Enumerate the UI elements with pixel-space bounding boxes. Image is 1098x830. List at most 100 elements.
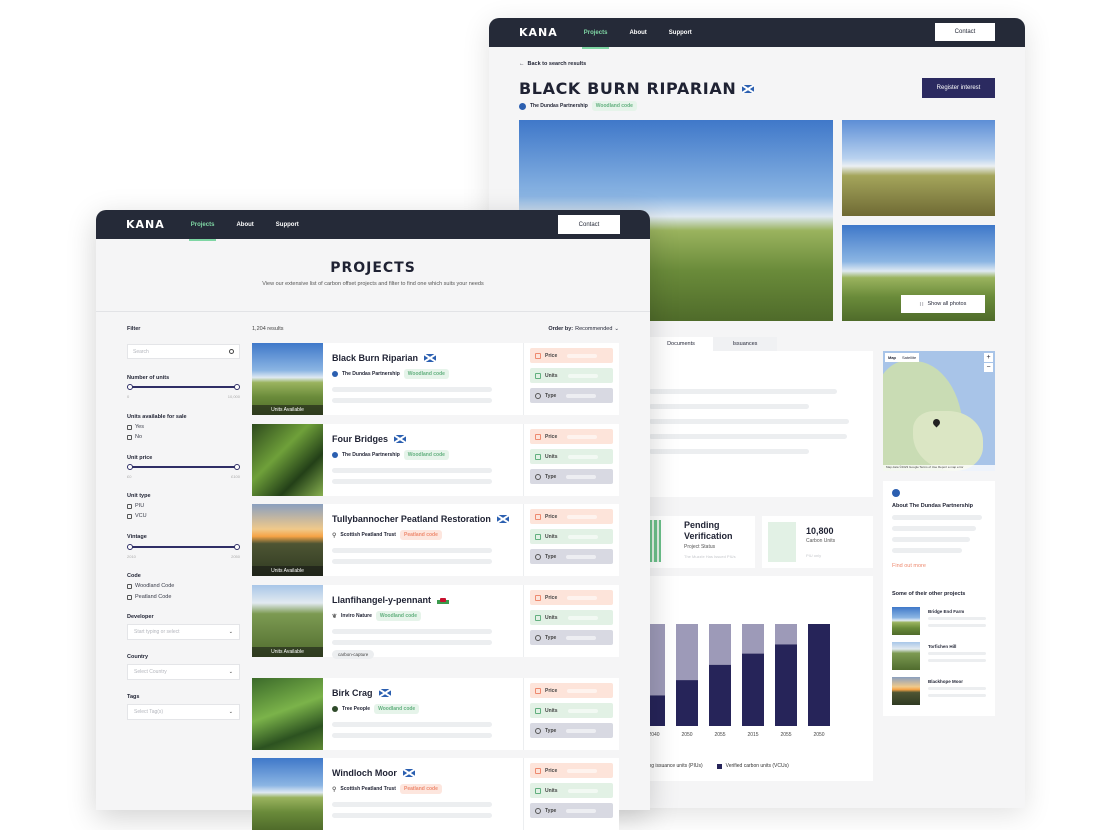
- map-tab-satellite[interactable]: Satellite: [902, 355, 916, 360]
- slider-max-handle[interactable]: [234, 384, 240, 390]
- chevron-down-icon: ⌄: [228, 709, 233, 715]
- units-faint: PIU only: [806, 553, 822, 558]
- project-title[interactable]: Birk Crag: [332, 688, 514, 698]
- unit-price-slider[interactable]: [127, 464, 240, 470]
- nav-about[interactable]: About: [629, 30, 646, 36]
- map[interactable]: Map Satellite + − Map data ©2023 Google …: [883, 351, 995, 471]
- developer-name[interactable]: The Dundas Partnership: [530, 103, 588, 109]
- available-yes-checkbox[interactable]: Yes: [127, 424, 144, 430]
- zoom-in-button[interactable]: +: [984, 353, 993, 362]
- other-project-item[interactable]: Blackhope Moor: [892, 677, 987, 707]
- check-circle-icon: [535, 727, 541, 734]
- slider-min-handle[interactable]: [127, 544, 133, 550]
- woodland-code-checkbox[interactable]: Woodland Code: [127, 583, 174, 589]
- page-subheading: View our extensive list of carbon offset…: [262, 281, 484, 287]
- project-info: Llanfihangel-y-pennant ❦ Inviro Nature Woo…: [323, 585, 523, 659]
- project-thumbnail[interactable]: Units Available: [252, 504, 323, 576]
- grid-icon: ∷: [919, 301, 924, 308]
- gallery-photo-1[interactable]: [842, 120, 995, 216]
- register-interest-button[interactable]: Register interest: [922, 78, 995, 98]
- number-of-units-slider[interactable]: [127, 384, 240, 390]
- type-pill: Type: [530, 469, 613, 484]
- pending-bar: [709, 624, 731, 665]
- nav-projects[interactable]: Projects: [188, 222, 217, 241]
- project-developer: The Dundas Partnership Woodland code: [332, 369, 514, 379]
- wales-flag-icon: [437, 596, 449, 604]
- project-thumbnail[interactable]: Units Available: [252, 585, 323, 657]
- show-all-photos-button[interactable]: ∷ Show all photos: [901, 295, 985, 313]
- unit-type-label: Unit type: [127, 493, 151, 499]
- zoom-out-button[interactable]: −: [984, 363, 993, 372]
- code-chip: Peatland code: [399, 784, 442, 794]
- tab-issuances[interactable]: Issuances: [713, 337, 777, 351]
- order-by-select[interactable]: Order by: Recommended ⌄: [548, 326, 619, 332]
- nav-support[interactable]: Support: [276, 222, 299, 228]
- list-navbar: KANA Projects About Support Contact: [96, 210, 650, 241]
- units-value: 10,800: [806, 526, 834, 536]
- kana-logo[interactable]: KANA: [519, 26, 558, 39]
- status-sub: Project Status: [684, 544, 716, 550]
- project-title[interactable]: Black Burn Riparian: [332, 353, 514, 363]
- filter-sidebar: Filter Search Number of units 0 10,000 U…: [127, 326, 240, 720]
- peatland-code-checkbox[interactable]: Peatland Code: [127, 594, 171, 600]
- tags-select[interactable]: Select Tag(s) ⌄: [127, 704, 240, 720]
- project-title[interactable]: Llanfihangel-y-pennant: [332, 595, 514, 605]
- x-tick-label: 2055: [714, 732, 725, 738]
- project-thumbnail[interactable]: Units Available: [252, 343, 323, 415]
- tab-documents[interactable]: Documents: [649, 337, 713, 351]
- find-out-more-link[interactable]: Find out more: [892, 563, 926, 569]
- contact-button[interactable]: Contact: [558, 215, 620, 234]
- vintage-slider[interactable]: [127, 544, 240, 550]
- developer-select[interactable]: Start typing or select ⌄: [127, 624, 240, 640]
- tag-icon: [535, 433, 541, 440]
- nav-about[interactable]: About: [236, 222, 253, 228]
- project-title[interactable]: Four Bridges: [332, 434, 514, 444]
- project-thumbnail[interactable]: [252, 424, 323, 496]
- project-card[interactable]: Windloch Moor ⚲ Scottish Peatland Trust Pe…: [252, 758, 619, 830]
- scotland-flag-icon: [742, 84, 755, 93]
- nav-support[interactable]: Support: [669, 30, 692, 36]
- legend-verified: Verified carbon units (VCUs): [716, 763, 789, 769]
- project-card[interactable]: Units Available Llanfihangel-y-pennant ❦…: [252, 585, 619, 659]
- project-stats: Price Units Type: [523, 504, 619, 576]
- developer-logo-icon: [519, 102, 526, 110]
- project-tag[interactable]: carbon-capture: [332, 650, 375, 659]
- project-thumbnail[interactable]: [252, 758, 323, 830]
- x-tick-label: 2050: [681, 732, 692, 738]
- other-project-thumb: [892, 677, 920, 705]
- project-thumbnail[interactable]: [252, 678, 323, 750]
- unit-type-vcu-checkbox[interactable]: VCU: [127, 513, 147, 519]
- project-developer: Tree People Woodland code: [332, 704, 514, 714]
- slider-max-handle[interactable]: [234, 544, 240, 550]
- project-title[interactable]: Windloch Moor: [332, 768, 514, 778]
- results-count: 1,204 results: [252, 326, 284, 332]
- country-select[interactable]: Select Country ⌄: [127, 664, 240, 680]
- developer-about-card: About The Dundas Partnership Find out mo…: [883, 481, 995, 716]
- pending-bar: [676, 624, 698, 681]
- project-card[interactable]: Units Available Tullybannocher Peatland …: [252, 504, 619, 576]
- slider-min-handle[interactable]: [127, 464, 133, 470]
- other-project-item[interactable]: Torfichen Hill: [892, 642, 987, 672]
- search-input[interactable]: Search: [127, 344, 240, 359]
- map-tab-map[interactable]: Map: [888, 355, 896, 360]
- other-project-item[interactable]: Bridge End Farm: [892, 607, 987, 637]
- vintage-label: Vintage: [127, 534, 147, 540]
- project-title[interactable]: Tullybannocher Peatland Restoration: [332, 514, 514, 524]
- slider-min-handle[interactable]: [127, 384, 133, 390]
- contact-button[interactable]: Contact: [935, 23, 995, 41]
- project-card[interactable]: Units Available Black Burn Riparian The …: [252, 343, 619, 415]
- project-card[interactable]: Four Bridges The Dundas Partnership Woodl…: [252, 424, 619, 496]
- project-card[interactable]: Birk Crag Tree People Woodland code Price…: [252, 678, 619, 750]
- slider-max-handle[interactable]: [234, 464, 240, 470]
- project-stats: Price Units Type: [523, 343, 619, 415]
- scotland-flag-icon: [394, 435, 407, 443]
- verified-bar: [742, 653, 764, 726]
- price-pill: Price: [530, 683, 613, 698]
- unit-type-piu-checkbox[interactable]: PIU: [127, 503, 144, 509]
- available-no-checkbox[interactable]: No: [127, 434, 142, 440]
- back-link[interactable]: ← Back to search results: [519, 61, 586, 67]
- nav-projects[interactable]: Projects: [581, 30, 610, 49]
- chevron-down-icon: ⌄: [228, 669, 233, 675]
- gallery-photo-2[interactable]: ∷ Show all photos: [842, 225, 995, 321]
- kana-logo[interactable]: KANA: [126, 218, 165, 231]
